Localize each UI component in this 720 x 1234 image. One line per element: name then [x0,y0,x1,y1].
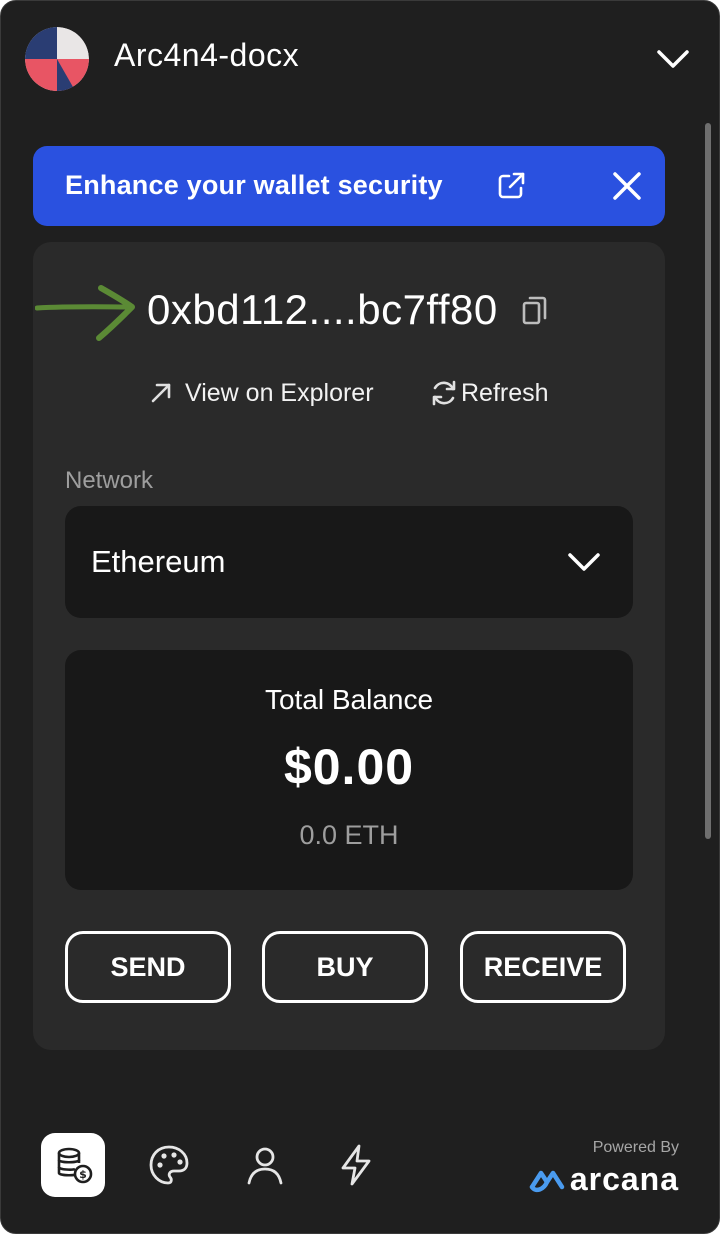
chevron-down-icon[interactable] [653,41,693,77]
arcana-logo-icon [529,1170,565,1192]
copy-icon[interactable] [519,292,551,328]
buy-button[interactable]: BUY [262,931,428,1003]
network-select[interactable]: Ethereum [65,506,633,618]
arrow-right-icon [34,282,139,346]
powered-by-label: Powered By [592,1139,679,1156]
receive-button[interactable]: RECEIVE [460,931,626,1003]
powered-by: Powered By arcana [513,1139,679,1198]
bottom-nav: $ Powered By arcana [1,1111,719,1221]
balance-label: Total Balance [264,684,434,715]
send-button[interactable]: SEND [65,931,231,1003]
wallet-address: 0xbd112....bc7ff80 [147,286,498,333]
close-icon[interactable] [607,166,647,206]
balance-usd: $0.00 [283,739,415,795]
network-label: Network [65,467,154,494]
chevron-down-icon [565,546,603,578]
palette-icon[interactable] [137,1133,201,1197]
refresh-button[interactable]: Refresh [429,376,549,410]
arrow-up-right-icon [151,383,171,403]
app-title: Arc4n4-docx [114,37,300,73]
balance-panel: Total Balance $0.00 0.0 ETH [65,650,633,890]
security-banner[interactable]: Enhance your wallet security [33,146,665,226]
app-logo-icon [25,27,89,91]
svg-text:$: $ [79,1168,87,1181]
banner-text: Enhance your wallet security [65,170,443,200]
balance-eth: 0.0 ETH [299,820,399,850]
network-value: Ethereum [91,544,226,579]
wallet-icon[interactable]: $ [41,1133,105,1197]
refresh-icon [432,380,456,406]
refresh-label: Refresh [461,378,549,407]
view-on-explorer-link[interactable]: View on Explorer [147,376,374,410]
lightning-icon[interactable] [324,1133,388,1197]
explorer-label: View on Explorer [185,378,374,407]
wallet-card: 0xbd112....bc7ff80 View on Explorer Refr… [33,242,665,1050]
wallet-widget: Arc4n4-docx Enhance your wallet security [0,0,720,1234]
user-icon[interactable] [233,1133,297,1197]
header: Arc4n4-docx [1,1,719,113]
external-link-icon[interactable] [495,170,527,202]
brand-logo: arcana [513,1161,679,1198]
scrollbar[interactable] [705,123,711,839]
brand-name: arcana [569,1161,679,1197]
